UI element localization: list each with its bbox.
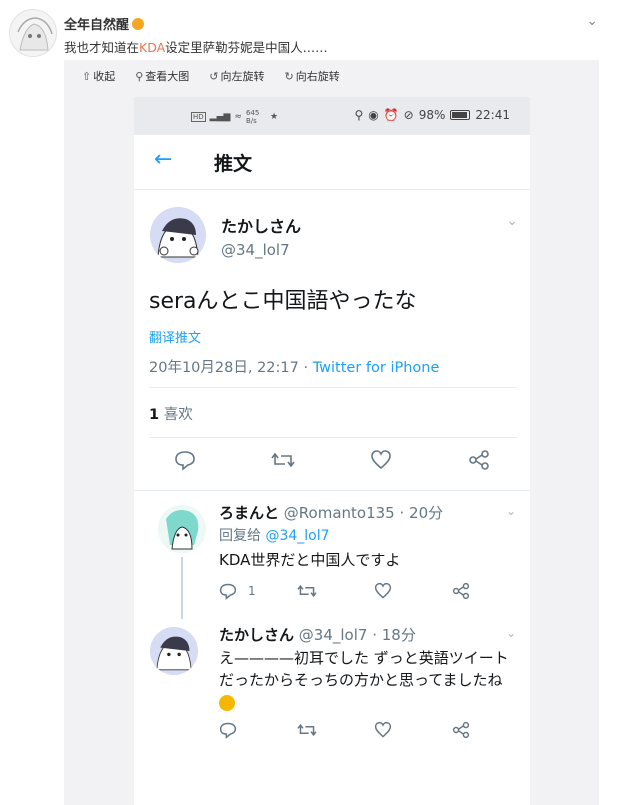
tweet-meta: 20年10月28日, 22:17 · Twitter for iPhone [149,356,439,377]
post-text: 我也才知道在KDA设定里萨勒芬妮是中国人…… [64,37,328,56]
rotate-left-button[interactable]: ↺ 向左旋转 [209,68,264,84]
tweet-screenshot[interactable]: HD ▂▄▆ ≈ 645 B/s ★ ⚲ ◉ ⏰ ⊘ 98% 22:41 ← 推… [134,97,530,805]
status-bar: HD ▂▄▆ ≈ 645 B/s ★ ⚲ ◉ ⏰ ⊘ 98% 22:41 [134,97,530,135]
reply-icon[interactable] [172,449,198,476]
reply2-avatar[interactable] [150,627,198,675]
retweet-icon[interactable] [270,449,296,476]
collapse-button[interactable]: ⇧ 收起 [82,68,115,84]
main-tweet-handle[interactable]: @34_lol7 [221,241,290,259]
rotate-right-icon: ↻ [284,69,294,83]
reply2-text: え————初耳でした ずっと英語ツイートだったからそっちの方かと思ってましたね [219,647,519,713]
view-large-button[interactable]: ⚲ 查看大图 [135,68,189,84]
wifi-icon: ≈ [234,112,242,122]
reply1-avatar[interactable] [158,505,206,553]
reply1-retweet-icon[interactable] [297,582,317,604]
eye-icon: ◉ [368,108,379,122]
reply1-reply-to: 回复给 @34_lol7 [219,525,330,545]
divider [149,437,517,438]
thread-line [181,557,183,619]
divider [149,387,517,388]
post-text-highlight[interactable]: KDA [139,40,165,55]
chevron-down-icon[interactable]: ⌄ [586,13,598,29]
reply2-reply-icon[interactable] [219,721,237,743]
hd-icon: HD [191,112,206,122]
post-text-before: 我也才知道在 [64,40,140,55]
meta-separator: · [298,360,313,376]
rotate-right-label: 向右旋转 [295,70,340,83]
reply1-name[interactable]: ろまんと [219,504,279,522]
tweet-source-link[interactable]: Twitter for iPhone [313,360,440,376]
reply2-header: たかしさん @34_lol7 · 18分 [219,624,416,645]
battery-percent: 98% [418,108,446,122]
main-tweet-name[interactable]: たかしさん [221,213,301,237]
twitter-header: ← 推文 [134,135,530,190]
tweet-options-chevron-icon[interactable]: ⌄ [506,213,518,229]
rotate-left-label: 向左旋转 [220,70,265,83]
magnifier-icon: ⚲ [135,69,144,83]
main-tweet-text: seraんとこ中国語やったな [149,289,417,314]
reply1-options-chevron-icon[interactable]: ⌄ [506,504,516,518]
mute-icon: ⊘ [403,108,414,122]
status-right: ⚲ ◉ ⏰ ⊘ 98% 22:41 [354,108,510,122]
rotate-right-button[interactable]: ↻ 向右旋转 [285,68,340,84]
reply1-share-icon[interactable] [452,582,470,604]
rotate-left-icon: ↺ [209,69,219,83]
view-large-label: 查看大图 [145,70,190,83]
reply2-handle-time: @34_lol7 · 18分 [298,626,416,644]
reply-to-handle[interactable]: @34_lol7 [265,528,329,544]
divider [134,490,530,491]
reply1-header: ろまんと @Romanto135 · 20分 [219,502,443,523]
signal-icon: ▂▄▆ [209,112,231,122]
collapse-label: 收起 [93,70,116,83]
reply2-name[interactable]: たかしさん [219,626,294,644]
reply1-text: KDA世界だと中国人ですよ [219,551,401,569]
post-author[interactable]: 全年自然醒 [64,14,145,33]
page-title: 推文 [214,153,253,175]
back-arrow-icon[interactable]: ← [154,147,172,172]
thinking-face-emoji-icon [219,694,235,711]
share-icon[interactable] [466,449,492,476]
post-author-name[interactable]: 全年自然醒 [64,14,129,33]
app-notification-icon: ★ [269,112,279,122]
reply2-share-icon[interactable] [452,721,470,743]
tweet-timestamp: 20年10月28日, 22:17 [149,360,299,376]
alarm-icon: ⏰ [383,108,399,122]
reply2-options-chevron-icon[interactable]: ⌄ [506,626,516,640]
author-avatar[interactable] [9,9,57,57]
like-heart-icon[interactable] [368,449,394,476]
status-left: HD ▂▄▆ ≈ 645 B/s ★ [191,109,278,125]
reply2-text-body: え————初耳でした ずっと英語ツイートだったからそっちの方かと思ってましたね [219,649,509,689]
member-badge-icon [132,17,145,30]
key-icon: ⚲ [354,108,364,122]
main-tweet-avatar[interactable] [150,207,206,263]
collapse-icon: ⇧ [82,69,92,83]
reply1-like-heart-icon[interactable] [374,582,392,604]
reply-to-label: 回复给 [219,528,261,544]
likes-count: 1 [149,407,160,423]
reply1-handle-time: @Romanto135 · 20分 [283,504,444,522]
reply1-reply-icon[interactable] [219,582,237,604]
net-speed: 645 B/s [245,109,260,125]
reply2-like-heart-icon[interactable] [374,721,392,743]
likes-label: 喜欢 [163,407,193,423]
post-text-after: 设定里萨勒芬妮是中国人…… [165,40,328,55]
viewer-toolbar: ⇧ 收起 ⚲ 查看大图 ↺ 向左旋转 ↻ 向右旋转 [64,60,599,92]
reply1-reply-count: 1 [248,584,256,598]
likes-summary[interactable]: 1 喜欢 [149,403,193,424]
battery-icon [450,110,471,120]
clock: 22:41 [475,108,510,122]
main-tweet-actions [134,449,530,479]
translate-tweet-link[interactable]: 翻译推文 [149,327,201,346]
reply2-retweet-icon[interactable] [297,721,317,743]
